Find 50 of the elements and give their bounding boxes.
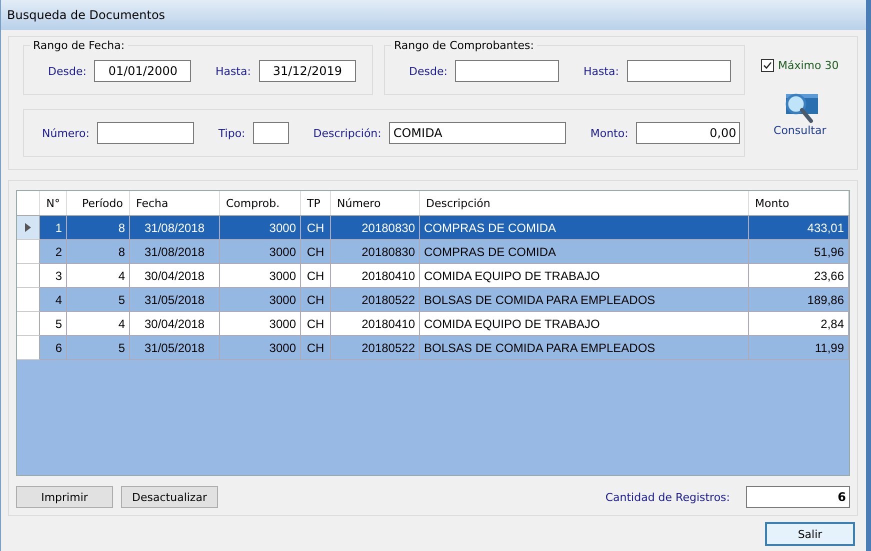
action-button[interactable]: Imprimir xyxy=(16,486,113,508)
table-cell: BOLSAS DE COMIDA PARA EMPLEADOS xyxy=(420,336,749,360)
input-field[interactable]: 01/01/2000 xyxy=(94,60,192,82)
table-row[interactable]: 3 4 30/04/2018 3000 CH 20180410 COMIDA EQUIPO DE TRABAJO 23,66 xyxy=(17,264,849,288)
input-field[interactable] xyxy=(97,122,194,144)
exit-button[interactable]: Salir xyxy=(765,522,855,546)
input-field[interactable]: 0,00 xyxy=(636,122,740,144)
search-button[interactable]: Consultar xyxy=(774,92,826,137)
column-header[interactable]: TP xyxy=(301,191,331,215)
column-header[interactable]: N° xyxy=(40,191,67,215)
group-legend: Rango de Comprobantes: xyxy=(391,39,537,52)
group-legend: Rango de Fecha: xyxy=(30,39,128,52)
field-label: Hasta: xyxy=(583,64,619,78)
input-field[interactable] xyxy=(626,60,731,82)
input-field[interactable]: 31/12/2019 xyxy=(258,60,356,82)
input-field[interactable] xyxy=(455,60,560,82)
checkbox[interactable]: Máximo 30 xyxy=(761,59,839,72)
table-row[interactable]: 5 4 30/04/2018 3000 CH 20180410 COMIDA EQUIPO DE TRABAJO 2,84 xyxy=(17,312,849,336)
column-header[interactable]: Comprob. xyxy=(220,191,301,215)
window-title: Busqueda de Documentos xyxy=(7,8,166,22)
count-field[interactable]: 6 xyxy=(746,486,850,508)
field-label: Monto: xyxy=(590,126,628,140)
column-header[interactable]: Descripción xyxy=(420,191,749,215)
field-label: Desde: xyxy=(48,64,86,78)
table-cell: 3000 xyxy=(220,336,301,360)
field-label: Desde: xyxy=(409,64,448,78)
column-header[interactable]: Fecha xyxy=(130,191,220,215)
input-field[interactable] xyxy=(253,122,290,144)
field-label: Cantidad de Registros: xyxy=(605,490,730,504)
table-cell: 20180522 xyxy=(331,336,420,360)
field-label: Hasta: xyxy=(215,64,251,78)
table-row[interactable]: 4 5 31/05/2018 3000 CH 20180522 BOLSAS DE COMIDA PARA EMPLEADOS 189,86 xyxy=(17,288,849,312)
column-header[interactable]: Número xyxy=(331,191,420,215)
table-cell: 5 xyxy=(67,336,130,360)
input-field[interactable]: COMIDA xyxy=(389,122,566,144)
table-cell: 6 xyxy=(40,336,67,360)
column-header[interactable]: Período xyxy=(67,191,130,215)
current-row-icon xyxy=(25,223,31,232)
table-cell: 31/05/2018 xyxy=(130,336,220,360)
field-label: Descripción: xyxy=(313,126,382,140)
table-row[interactable]: 2 8 31/08/2018 3000 CH 20180830 COMPRAS DE COMIDA 51,96 xyxy=(17,240,849,264)
check-icon xyxy=(762,60,773,71)
column-header[interactable]: Monto xyxy=(749,191,849,215)
field-label: Número: xyxy=(42,126,90,140)
table-cell: 11,99 xyxy=(749,336,849,360)
field-label: Tipo: xyxy=(218,126,246,140)
table-cell: CH xyxy=(301,336,331,360)
action-button[interactable]: Desactualizar xyxy=(121,486,218,508)
table-row[interactable]: 1 8 31/08/2018 3000 CH 20180830 COMPRAS DE COMIDA 433,01 xyxy=(17,216,849,240)
table-row[interactable]: 6 5 31/05/2018 3000 CH 20180522 BOLSAS DE COMIDA PARA EMPLEADOS 11,99 xyxy=(17,336,849,360)
